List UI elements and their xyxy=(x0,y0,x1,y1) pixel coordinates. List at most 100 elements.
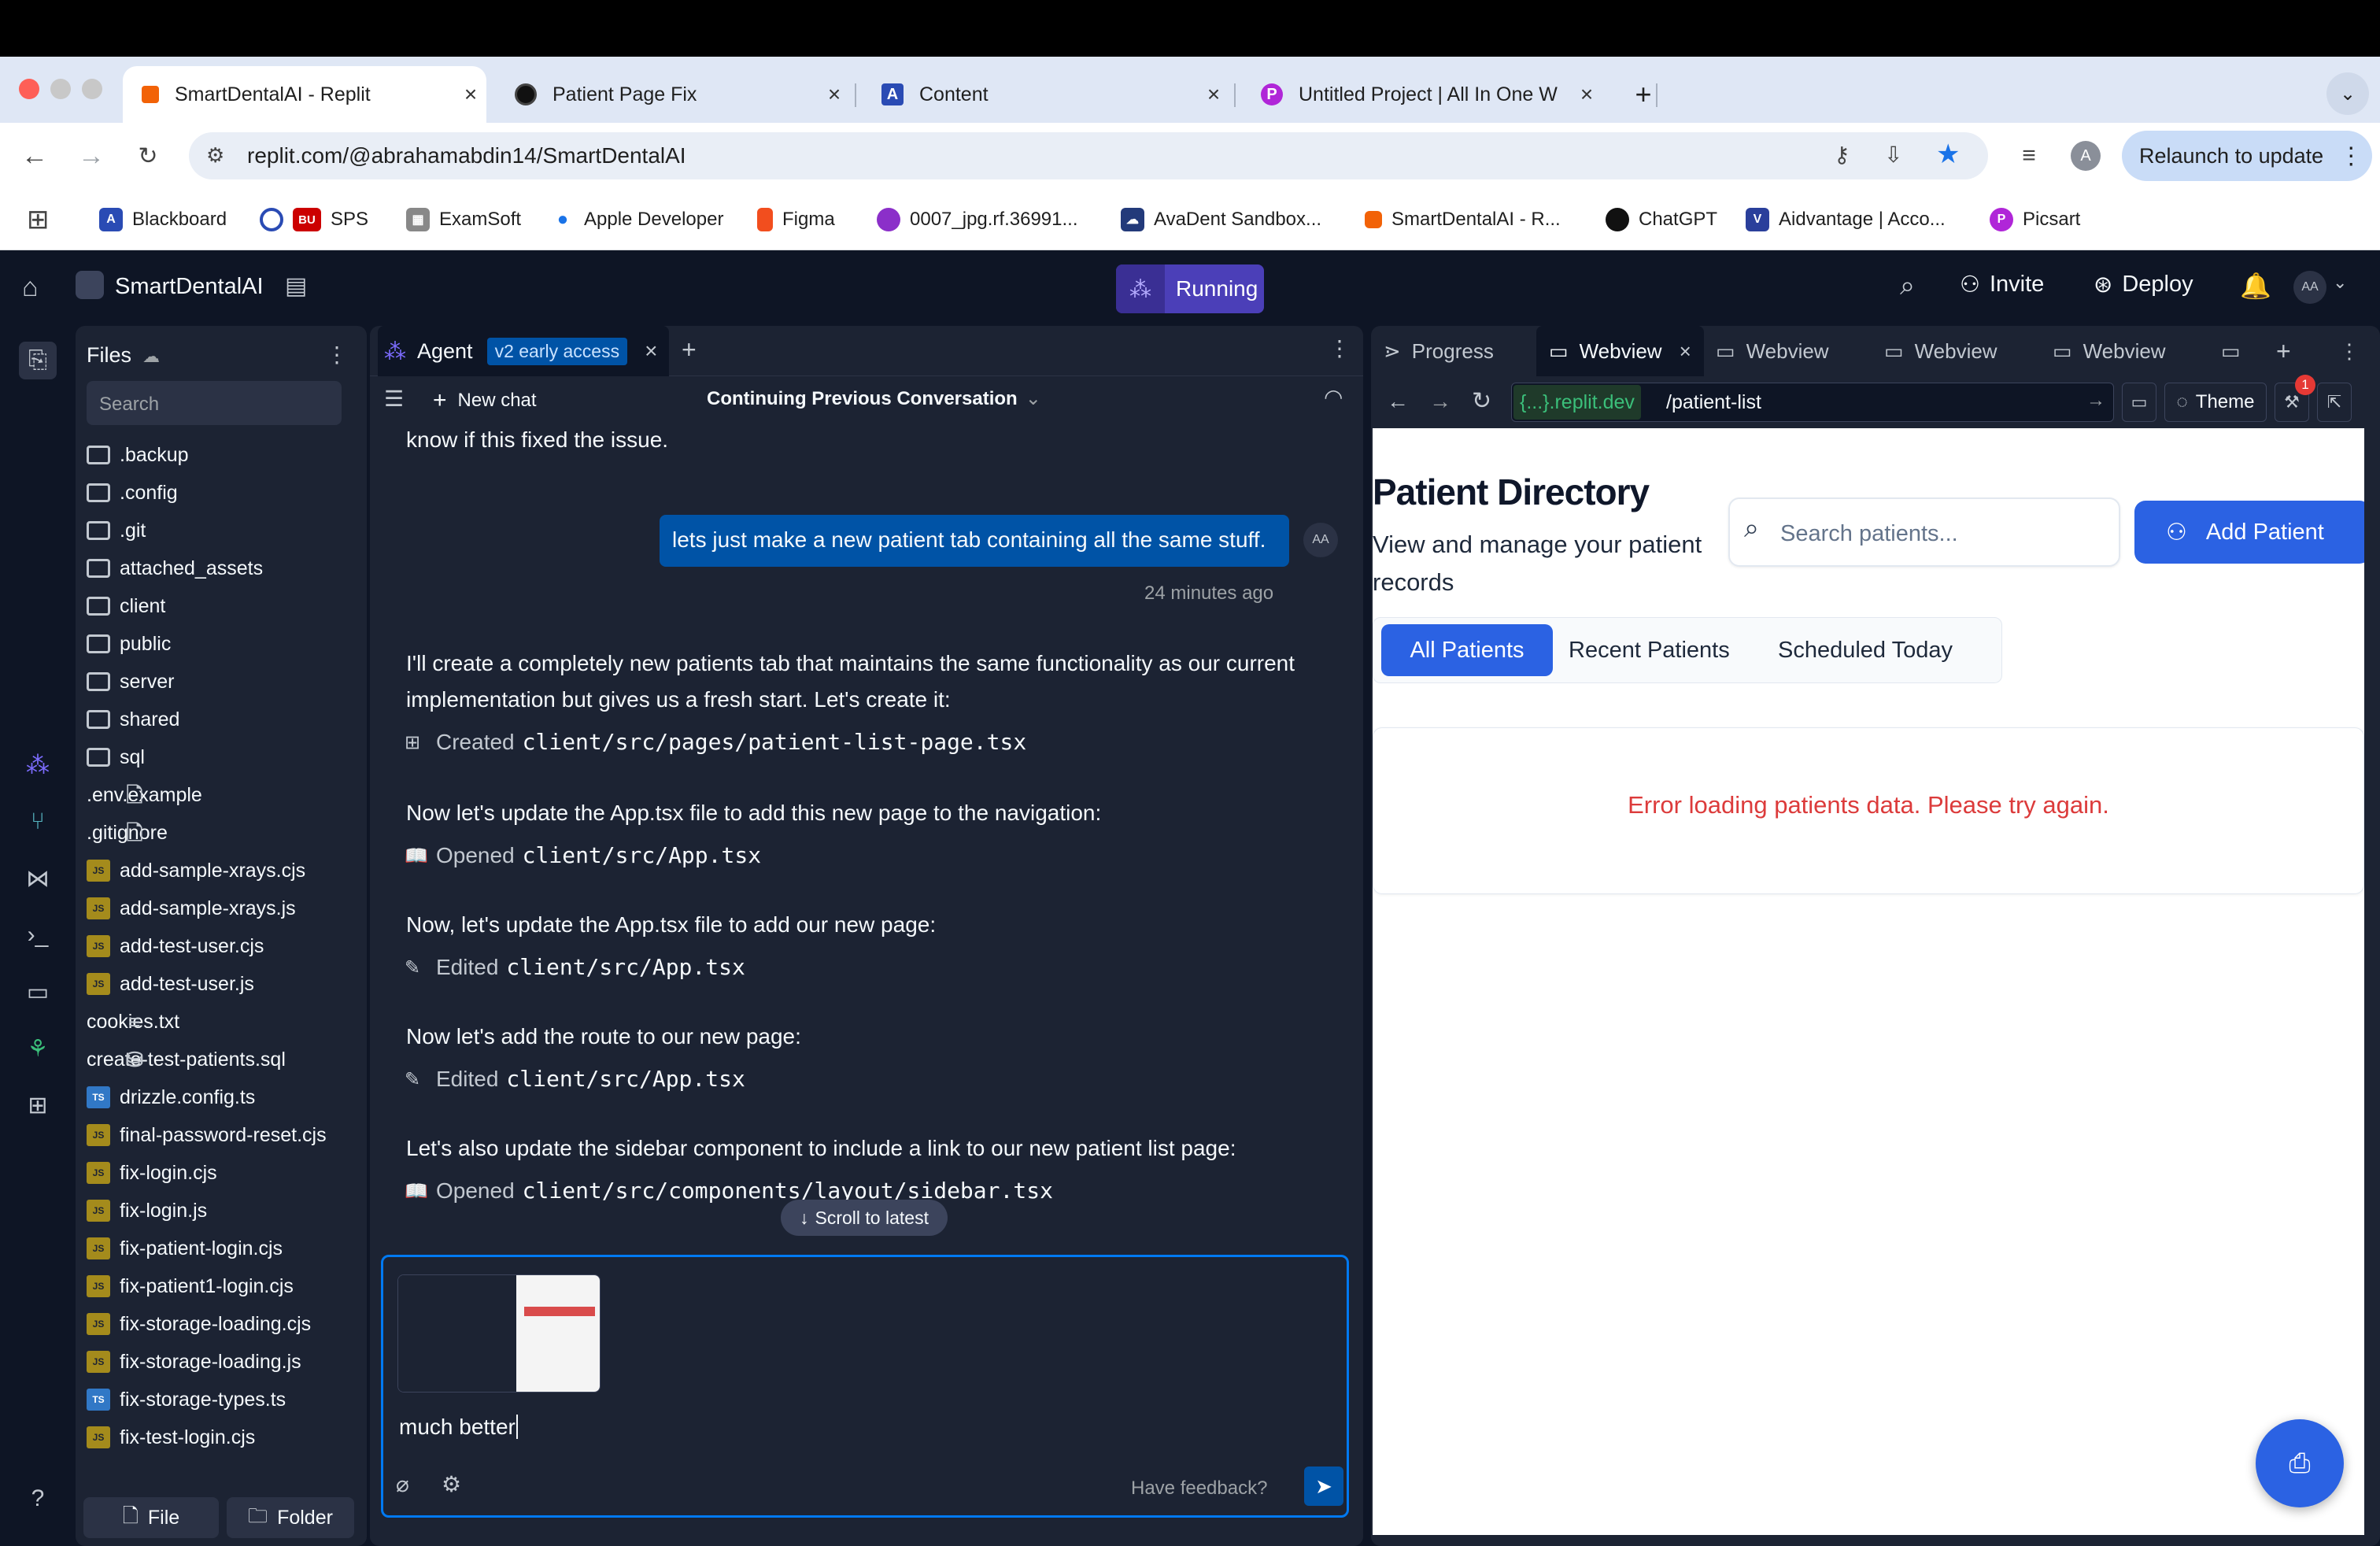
shell-icon[interactable]: ›_ xyxy=(19,916,57,954)
tab-webview-3[interactable]: ▭ Webview xyxy=(1884,326,1998,376)
folder-item[interactable]: attached_assets xyxy=(87,549,354,587)
file-item[interactable]: JS add-test-user.js xyxy=(87,965,354,1003)
gauge-icon[interactable]: ◠ xyxy=(1324,384,1343,410)
file-item[interactable]: ⛁ create-test-patients.sql xyxy=(87,1041,354,1078)
close-tab-icon[interactable]: × xyxy=(1571,82,1602,107)
file-item[interactable]: 🗋 .gitignore xyxy=(87,814,354,852)
file-item[interactable]: JS fix-login.js xyxy=(87,1192,354,1230)
open-new-window-icon[interactable]: ⇱ xyxy=(2317,383,2352,422)
apps-grid-icon[interactable]: ⊞ xyxy=(27,205,50,235)
bookmark-avadent[interactable]: ☁ AvaDent Sandbox... xyxy=(1121,205,1321,235)
tab-search-chevron-icon[interactable]: ⌄ xyxy=(2326,72,2369,115)
folder-item[interactable]: .backup xyxy=(87,436,354,474)
bookmark-picsart[interactable]: P Picsart xyxy=(1990,205,2080,235)
tab-webview-1[interactable]: ▭ Webview × xyxy=(1536,326,1704,376)
run-status-button[interactable]: ⁂ Running xyxy=(1116,264,1264,313)
browser-tab-1[interactable]: SmartDentalAI - Replit × xyxy=(123,66,486,123)
close-tab-icon[interactable]: × xyxy=(645,338,657,364)
file-item[interactable]: TS drizzle.config.ts xyxy=(87,1078,354,1116)
file-item[interactable]: JS fix-patient1-login.cjs xyxy=(87,1267,354,1305)
tab-scheduled-today[interactable]: Scheduled Today xyxy=(1778,624,1953,676)
browser-tab-3[interactable]: A Content × xyxy=(863,66,1229,123)
file-item[interactable]: JS fix-storage-loading.js xyxy=(87,1343,354,1381)
bookmark-smartdentalai[interactable]: SmartDentalAI - R... xyxy=(1365,205,1561,235)
file-item[interactable]: JS fix-login.cjs xyxy=(87,1154,354,1192)
folder-item[interactable]: shared xyxy=(87,701,354,738)
database-icon[interactable]: ⚘ xyxy=(19,1030,57,1067)
paperclip-icon[interactable]: ⌀ xyxy=(396,1471,409,1497)
settings-icon[interactable]: ⚙ xyxy=(442,1471,461,1497)
bookmark-sps[interactable]: BU SPS xyxy=(260,205,368,235)
forward-arrow-icon[interactable]: → xyxy=(74,139,109,173)
install-app-icon[interactable]: ⇩ xyxy=(1884,142,1902,168)
profile-button[interactable]: A xyxy=(2068,139,2103,173)
file-item[interactable]: JS fix-test-login.cjs xyxy=(87,1418,354,1456)
all-tools-grid-icon[interactable]: ⊞ xyxy=(19,1086,57,1124)
home-icon[interactable]: ⌂ xyxy=(22,272,39,303)
file-item[interactable]: JS fix-storage-loading.cjs xyxy=(87,1305,354,1343)
attached-screenshot-thumbnail[interactable] xyxy=(397,1274,601,1393)
file-item[interactable]: JS final-password-reset.cjs xyxy=(87,1116,354,1154)
feedback-link[interactable]: Have feedback? xyxy=(1131,1478,1267,1500)
back-arrow-icon[interactable]: ← xyxy=(17,139,52,173)
files-icon[interactable]: ⎘ xyxy=(19,342,57,379)
folder-item[interactable]: client xyxy=(87,587,354,625)
file-item[interactable]: JS fix-patient-login.cjs xyxy=(87,1230,354,1267)
bookmark-blackboard[interactable]: A Blackboard xyxy=(99,205,227,235)
add-patient-button[interactable]: ⚇ Add Patient xyxy=(2134,501,2364,564)
chevron-down-icon[interactable]: ⌄ xyxy=(2333,272,2347,293)
send-button[interactable]: ➤ xyxy=(1304,1466,1343,1506)
reload-icon[interactable]: ↻ xyxy=(1472,387,1491,415)
workflows-icon[interactable]: ⋈ xyxy=(19,860,57,897)
maximize-window-button[interactable] xyxy=(82,79,102,99)
folder-item[interactable]: public xyxy=(87,625,354,663)
add-tab-icon[interactable]: + xyxy=(682,335,697,364)
folder-item[interactable]: .config xyxy=(87,474,354,512)
bookmark-figma[interactable]: Figma xyxy=(757,205,835,235)
bookmark-roboflow[interactable]: 0007_jpg.rf.36991... xyxy=(877,205,1078,235)
tab-webview-5[interactable]: ▭ xyxy=(2221,326,2241,376)
panel-menu-icon[interactable]: ⋮ xyxy=(1329,335,1351,361)
close-window-button[interactable] xyxy=(19,79,39,99)
relaunch-button[interactable]: Relaunch to update ⋮ xyxy=(2122,131,2372,181)
history-list-icon[interactable]: ☰ xyxy=(384,386,404,412)
device-toggle-icon[interactable]: ▭ xyxy=(2122,383,2156,422)
back-arrow-icon[interactable]: ← xyxy=(1387,389,1409,414)
agent-icon[interactable]: ⁂ xyxy=(19,746,57,784)
assistant-chat-button[interactable]: ⎙ xyxy=(2256,1419,2344,1507)
file-item[interactable]: 🗋 .env.example xyxy=(87,776,354,814)
browser-tab-4[interactable]: P Untitled Project | All In One W × xyxy=(1242,66,1602,123)
user-avatar[interactable]: AA xyxy=(2293,271,2326,304)
files-search-input[interactable]: Search xyxy=(87,381,342,425)
go-arrow-icon[interactable]: → xyxy=(2086,390,2105,412)
tab-all-patients[interactable]: All Patients xyxy=(1381,624,1553,676)
bookmark-apple-developer[interactable]: ● Apple Developer xyxy=(551,205,723,235)
address-bar[interactable]: ⚙ replit.com/@abrahamabdin14/SmartDental… xyxy=(189,132,1988,179)
minimize-window-button[interactable] xyxy=(50,79,71,99)
password-key-icon[interactable]: ⚷ xyxy=(1834,142,1850,168)
bookmark-chatgpt[interactable]: ChatGPT xyxy=(1606,205,1717,235)
tab-webview-4[interactable]: ▭ Webview xyxy=(2053,326,2166,376)
action-opened-file[interactable]: 📖 Opened client/src/components/layout/side… xyxy=(405,1178,1053,1204)
file-item[interactable]: TS fix-storage-types.ts xyxy=(87,1381,354,1418)
file-item[interactable]: JS add-sample-xrays.cjs xyxy=(87,852,354,890)
agent-tab[interactable]: ⁂ Agent v2 early access × xyxy=(378,326,669,376)
scroll-to-latest-button[interactable]: ↓ Scroll to latest xyxy=(781,1200,948,1236)
git-icon[interactable]: ⑂ xyxy=(19,803,57,841)
bookmark-star-icon[interactable]: ★ xyxy=(1936,139,1960,170)
bell-icon[interactable]: 🔔 xyxy=(2240,271,2271,301)
folder-item[interactable]: .git xyxy=(87,512,354,549)
bookmark-examsoft[interactable]: ▦ ExamSoft xyxy=(406,205,521,235)
search-icon[interactable]: ⌕ xyxy=(1900,271,1915,301)
theme-button[interactable]: ◌ Theme xyxy=(2164,383,2267,422)
action-opened-file[interactable]: 📖 Opened client/src/App.tsx xyxy=(405,842,761,868)
new-folder-button[interactable]: 🗀 Folder xyxy=(227,1497,354,1538)
folder-item[interactable]: server xyxy=(87,663,354,701)
chat-composer[interactable]: much better ⌀ ⚙ Have feedback? ➤ xyxy=(381,1255,1349,1518)
help-icon[interactable]: ? xyxy=(19,1480,57,1518)
new-chat-button[interactable]: + New chat xyxy=(433,387,537,414)
add-tab-icon[interactable]: + xyxy=(2276,326,2291,376)
patient-search-input[interactable]: ⌕ Search patients... xyxy=(1728,497,2120,567)
close-tab-icon[interactable]: × xyxy=(455,82,486,107)
action-edited-file[interactable]: ✎ Edited client/src/App.tsx xyxy=(405,954,745,980)
